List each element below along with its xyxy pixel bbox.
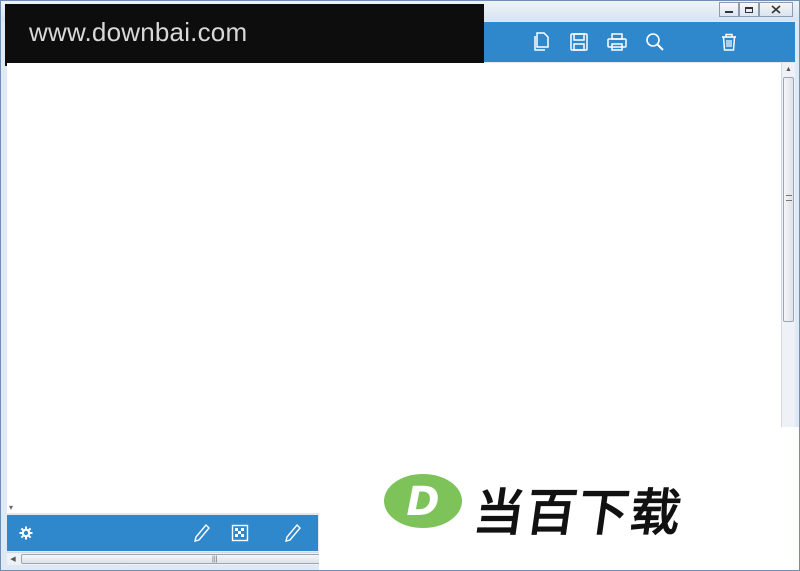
watermark-text: www.downbai.com [29,17,248,47]
scroll-left-arrow[interactable]: ◀ [7,553,19,566]
copy-icon[interactable] [530,31,552,53]
print-icon[interactable] [606,31,628,53]
vertical-scrollbar[interactable]: ▲ [781,63,795,427]
save-icon[interactable] [568,31,590,53]
horizontal-scroll-thumb[interactable]: ||| [21,554,321,564]
watermark-overlay: www.downbai.com [5,4,484,66]
close-icon [771,5,781,14]
logo-overlay: D 当百下载 [319,427,799,570]
pen-icon[interactable] [283,523,303,543]
search-icon[interactable] [644,31,666,53]
logo-text: 当百下载 [470,484,687,542]
checker-icon[interactable] [230,523,250,543]
maximize-button[interactable] [739,2,759,17]
app-window: www.downbai.com ▲ ▾ ◀ ||| D 当百下载 [0,0,800,571]
maximize-icon [745,6,753,13]
scroll-grip-icon: ||| [212,556,218,563]
close-button[interactable] [759,2,793,17]
logo-mark-letter: D [406,479,439,525]
window-controls [719,2,793,17]
horizontal-scrollbar[interactable]: ◀ ||| [7,552,321,566]
canvas-corner-marker: ▾ [9,503,14,512]
bottom-toolbar [7,515,318,551]
gear-icon[interactable] [16,523,36,543]
scroll-grip-icon [786,195,792,201]
pencil-icon[interactable] [192,523,212,543]
vertical-scroll-thumb[interactable] [783,77,794,322]
trash-icon[interactable] [718,31,740,53]
minimize-button[interactable] [719,2,739,17]
scroll-up-arrow[interactable]: ▲ [782,63,795,76]
minimize-icon [725,10,733,13]
logo-d-icon: D [383,473,463,534]
